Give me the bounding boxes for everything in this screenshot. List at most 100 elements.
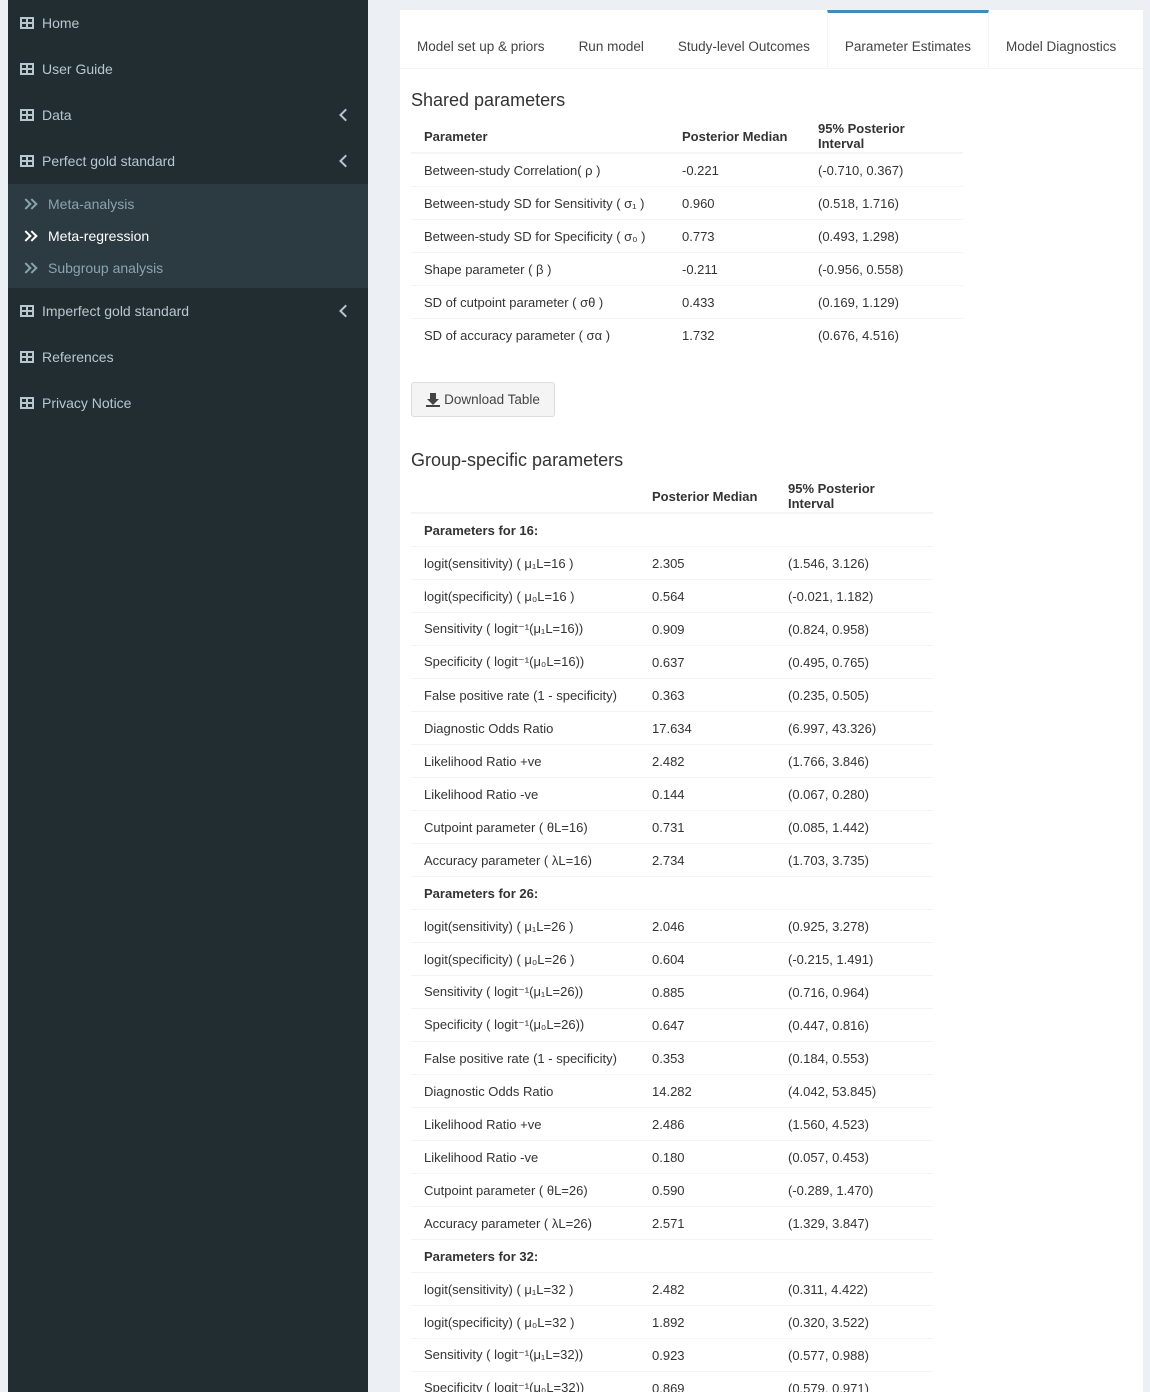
interval-cell: (-0.021, 1.182) xyxy=(775,579,933,613)
interval-cell: (-0.215, 1.491) xyxy=(775,942,933,976)
parameter-cell: Sensitivity ( logit⁻¹(μ₁L=32)) xyxy=(411,1338,639,1372)
parameter-cell: Specificity ( logit⁻¹(μ₀L=32)) xyxy=(411,1371,639,1392)
table-row: False positive rate (1 - specificity) 0.3… xyxy=(411,1041,933,1075)
table-row: Accuracy parameter ( λL=16) 2.734 (1.703, … xyxy=(411,843,933,877)
parameter-cell: Cutpoint parameter ( θL=16) xyxy=(411,810,639,844)
median-cell: 17.634 xyxy=(639,711,775,745)
table-icon xyxy=(20,397,34,409)
median-cell: 0.647 xyxy=(639,1008,775,1042)
table-header-row: Posterior Median 95% Posterior Interval xyxy=(411,480,933,514)
table-row: logit(specificity) ( μ₀L=16 ) 0.564 (-0.02… xyxy=(411,579,933,613)
chevron-left-icon xyxy=(339,108,352,122)
sidebar-item-label: Perfect gold standard xyxy=(42,153,176,169)
table-row: Between-study Correlation( ρ ) -0.221 (-0.… xyxy=(411,152,963,187)
parameter-cell: Likelihood Ratio -ve xyxy=(411,1140,639,1174)
median-cell: 0.773 xyxy=(669,219,805,253)
interval-cell: (1.560, 4.523) xyxy=(775,1107,933,1141)
parameter-cell: logit(sensitivity) ( μ₁L=16 ) xyxy=(411,546,639,580)
sidebar-item-home[interactable]: Home xyxy=(8,0,368,46)
sidebar-item-user-guide[interactable]: User Guide xyxy=(8,46,368,92)
parameter-cell: Diagnostic Odds Ratio xyxy=(411,1074,639,1108)
table-row: Likelihood Ratio +ve 2.486 (1.560, 4.523) xyxy=(411,1107,933,1141)
group-heading-row: Parameters for 16: xyxy=(411,512,933,547)
median-cell: 0.433 xyxy=(669,285,805,319)
interval-cell: (0.169, 1.129) xyxy=(805,285,963,319)
interval-cell: (-0.289, 1.470) xyxy=(775,1173,933,1207)
table-row: Cutpoint parameter ( θL=26) 0.590 (-0.289,… xyxy=(411,1173,933,1207)
median-cell: 0.590 xyxy=(639,1173,775,1207)
parameter-cell: Between-study SD for Sensitivity ( σ₁ ) xyxy=(411,186,669,220)
median-cell: 2.046 xyxy=(639,909,775,943)
parameter-cell: Shape parameter ( β ) xyxy=(411,252,669,286)
interval-cell: (0.184, 0.553) xyxy=(775,1041,933,1075)
median-cell: 0.960 xyxy=(669,186,805,220)
interval-cell: (0.057, 0.453) xyxy=(775,1140,933,1174)
interval-cell: (0.320, 3.522) xyxy=(775,1305,933,1339)
chevron-left-icon xyxy=(339,304,352,318)
download-icon xyxy=(426,392,441,407)
shared-parameters-table: Parameter Posterior Median 95% Posterior… xyxy=(411,120,963,351)
median-cell: 0.144 xyxy=(639,777,775,811)
download-table-button[interactable]: Download Table xyxy=(411,382,555,417)
sidebar-item-privacy-notice[interactable]: Privacy Notice xyxy=(8,380,368,426)
parameter-cell: logit(specificity) ( μ₀L=32 ) xyxy=(411,1305,639,1339)
parameter-cell: Likelihood Ratio +ve xyxy=(411,1107,639,1141)
interval-cell: (1.329, 3.847) xyxy=(775,1206,933,1240)
shared-parameters-title: Shared parameters xyxy=(411,90,566,110)
median-cell: 0.637 xyxy=(639,645,775,679)
table-row: Between-study SD for Sensitivity ( σ₁ ) 0… xyxy=(411,186,963,220)
column-header: 95% Posterior Interval xyxy=(805,120,963,154)
tab-model-setup[interactable]: Model set up & priors xyxy=(400,10,562,68)
submenu-item-meta-analysis[interactable]: Meta-analysis xyxy=(8,188,368,220)
sidebar-item-label: Data xyxy=(42,107,72,123)
table-row: SD of accuracy parameter ( σα ) 1.732 (0.6… xyxy=(411,318,963,351)
sidebar-item-label: Home xyxy=(42,15,80,31)
interval-cell: (0.824, 0.958) xyxy=(775,612,933,646)
column-header: 95% Posterior Interval xyxy=(775,480,933,514)
sidebar-item-label: References xyxy=(42,349,114,365)
tab-model-diagnostics[interactable]: Model Diagnostics xyxy=(989,10,1133,68)
table-row: Sensitivity ( logit⁻¹(μ₁L=32)) 0.923 (0.57… xyxy=(411,1338,933,1372)
group-parameters-title: Group-specific parameters xyxy=(411,450,624,470)
sidebar-item-imperfect-gold-standard[interactable]: Imperfect gold standard xyxy=(8,288,368,334)
interval-cell: (0.235, 0.505) xyxy=(775,678,933,712)
interval-cell: (0.085, 1.442) xyxy=(775,810,933,844)
interval-cell: (0.518, 1.716) xyxy=(805,186,963,220)
table-icon xyxy=(20,109,34,121)
column-header: Parameter xyxy=(411,120,669,154)
sidebar-item-label: Privacy Notice xyxy=(42,395,132,411)
sidebar-item-references[interactable]: References xyxy=(8,334,368,380)
median-cell: 0.180 xyxy=(639,1140,775,1174)
sidebar-item-perfect-gold-standard[interactable]: Perfect gold standard xyxy=(8,138,368,184)
interval-cell: (0.577, 0.988) xyxy=(775,1338,933,1372)
tab-parameter-estimates[interactable]: Parameter Estimates xyxy=(826,10,989,68)
table-row: Likelihood Ratio -ve 0.144 (0.067, 0.280) xyxy=(411,777,933,811)
submenu-item-subgroup-analysis[interactable]: Subgroup analysis xyxy=(8,252,368,284)
interval-cell: (0.925, 3.278) xyxy=(775,909,933,943)
parameter-cell: Between-study SD for Specificity ( σ₀ ) xyxy=(411,219,669,253)
table-row: Likelihood Ratio +ve 2.482 (1.766, 3.846) xyxy=(411,744,933,778)
table-row: logit(sensitivity) ( μ₁L=26 ) 2.046 (0.925… xyxy=(411,909,933,943)
parameter-cell: SD of cutpoint parameter ( σθ ) xyxy=(411,285,669,319)
parameter-cell: Accuracy parameter ( λL=16) xyxy=(411,843,639,877)
sidebar-submenu: Meta-analysis Meta-regression Subgroup a… xyxy=(8,184,368,288)
table-row: Cutpoint parameter ( θL=16) 0.731 (0.085, … xyxy=(411,810,933,844)
table-row: Specificity ( logit⁻¹(μ₀L=32)) 0.869 (0.57… xyxy=(411,1371,933,1392)
submenu-item-meta-regression[interactable]: Meta-regression xyxy=(8,220,368,252)
parameter-cell: Sensitivity ( logit⁻¹(μ₁L=26)) xyxy=(411,975,639,1009)
sidebar-item-data[interactable]: Data xyxy=(8,92,368,138)
tab-run-model[interactable]: Run model xyxy=(562,10,661,68)
median-cell: 2.734 xyxy=(639,843,775,877)
interval-cell: (6.997, 43.326) xyxy=(775,711,933,745)
median-cell: 0.869 xyxy=(639,1371,775,1392)
tab-study-level-outcomes[interactable]: Study-level Outcomes xyxy=(661,10,827,68)
table-row: Between-study SD for Specificity ( σ₀ ) 0… xyxy=(411,219,963,253)
sidebar: Home User Guide Data Perfect gold standa… xyxy=(8,0,368,1392)
table-row: Accuracy parameter ( λL=26) 2.571 (1.329, … xyxy=(411,1206,933,1240)
parameter-cell: Sensitivity ( logit⁻¹(μ₁L=16)) xyxy=(411,612,639,646)
table-row: Diagnostic Odds Ratio 17.634 (6.997, 43.32… xyxy=(411,711,933,745)
median-cell: 0.564 xyxy=(639,579,775,613)
median-cell: 2.571 xyxy=(639,1206,775,1240)
table-row: SD of cutpoint parameter ( σθ ) 0.433 (0.1… xyxy=(411,285,963,319)
interval-cell: (1.546, 3.126) xyxy=(775,546,933,580)
